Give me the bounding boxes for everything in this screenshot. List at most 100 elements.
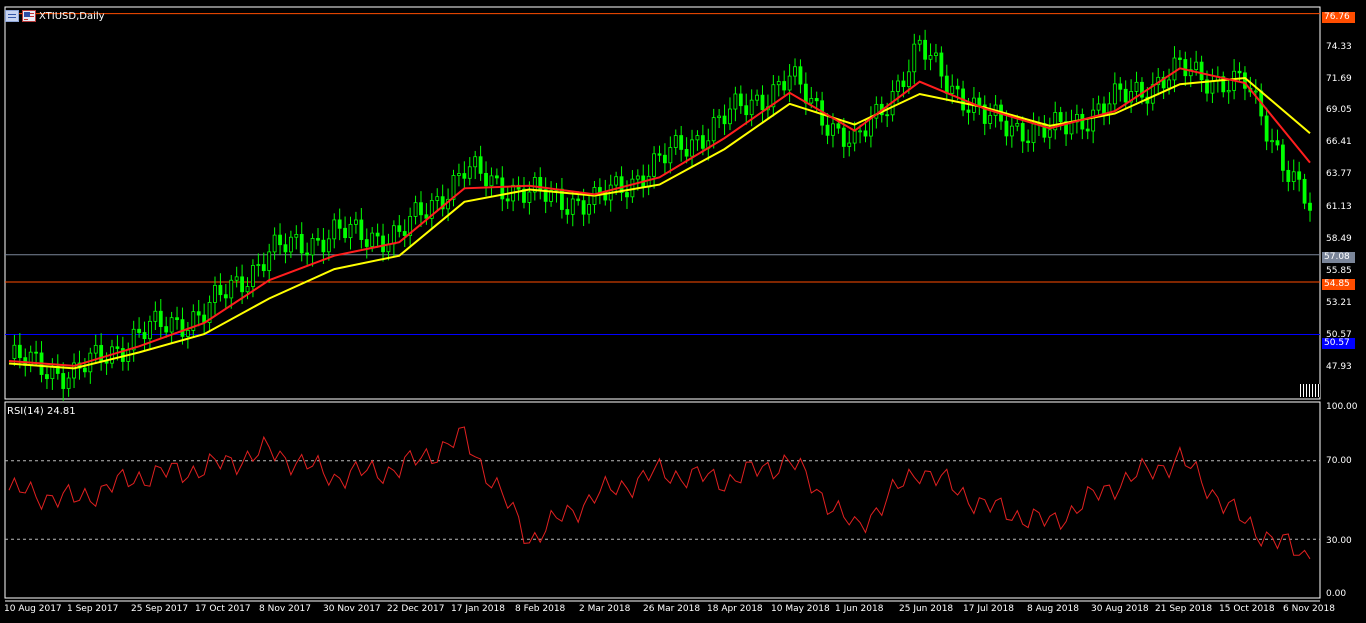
- candle-body: [17, 344, 22, 359]
- chart-window-icon: [5, 10, 19, 22]
- candle-body: [885, 114, 890, 117]
- candle-body: [614, 176, 619, 186]
- price-tick: 58.49: [1326, 234, 1352, 244]
- date-tick: 25 Jun 2018: [899, 604, 954, 614]
- candle-body: [457, 173, 461, 176]
- candle-body: [977, 97, 982, 106]
- chart-title-bar: XTIUSD,Daily: [5, 9, 105, 23]
- date-tick: 17 Oct 2017: [195, 604, 251, 614]
- candle-body: [213, 284, 217, 303]
- date-tick: 22 Dec 2017: [387, 604, 445, 614]
- candle-body: [1015, 123, 1020, 127]
- candle-body: [1178, 57, 1182, 60]
- candle-body: [728, 108, 732, 125]
- candle-body: [1118, 83, 1123, 90]
- date-tick: 8 Nov 2017: [259, 604, 311, 614]
- date-tick: 10 Aug 2017: [4, 604, 62, 614]
- date-tick: 8 Feb 2018: [515, 604, 566, 614]
- date-tick: 6 Nov 2018: [1283, 604, 1335, 614]
- rsi-tick: 100.00: [1326, 402, 1358, 412]
- candle-body: [153, 310, 158, 322]
- price-tick: 69.05: [1326, 105, 1352, 115]
- candle-body: [1031, 123, 1036, 144]
- candle-body: [776, 81, 781, 86]
- candle-body: [283, 244, 288, 253]
- candle-body: [1308, 202, 1312, 211]
- candle-body: [61, 373, 66, 389]
- date-tick: 30 Nov 2017: [323, 604, 381, 614]
- date-tick: 17 Jul 2018: [963, 604, 1014, 614]
- candle-body: [484, 173, 488, 187]
- candle-body: [700, 135, 705, 149]
- date-tick: 18 Apr 2018: [707, 604, 763, 614]
- candle-body: [901, 80, 906, 88]
- candle-body: [1302, 178, 1307, 204]
- candle-body: [223, 294, 228, 299]
- candle-body: [1199, 61, 1204, 81]
- price-tick: 55.85: [1326, 266, 1352, 276]
- candle-body: [272, 234, 277, 253]
- candle-body: [359, 219, 364, 240]
- candle-body: [1237, 70, 1242, 74]
- candle-body: [1091, 109, 1096, 132]
- date-tick: 15 Oct 2018: [1219, 604, 1275, 614]
- candle-body: [858, 130, 862, 133]
- candle-body: [841, 127, 846, 147]
- candle-body: [1080, 113, 1085, 130]
- candle-body: [570, 198, 575, 215]
- candle-body: [966, 109, 971, 113]
- candle-body: [1172, 57, 1177, 81]
- candle-body: [473, 156, 478, 168]
- date-tick: 30 Aug 2018: [1091, 604, 1149, 614]
- price-tick: 63.77: [1326, 169, 1352, 179]
- candle-body: [218, 284, 223, 296]
- candle-body: [863, 130, 868, 137]
- price-tick: 47.93: [1326, 362, 1352, 372]
- candle-body: [261, 264, 266, 272]
- candle-body: [738, 93, 743, 107]
- candle-body: [1280, 144, 1285, 171]
- candle-body: [196, 311, 201, 316]
- candle-body: [1020, 123, 1025, 142]
- candle-body: [1123, 88, 1128, 103]
- candle-body: [803, 83, 808, 104]
- candle-body: [299, 233, 304, 254]
- candle-body: [869, 117, 873, 137]
- candle-body: [142, 332, 147, 340]
- candle-body: [494, 175, 499, 179]
- price-tick: 71.69: [1326, 74, 1352, 84]
- candle-body: [66, 377, 71, 389]
- candle-body: [402, 231, 407, 236]
- candle-body: [679, 135, 684, 150]
- candle-body: [939, 52, 944, 77]
- candle-body: [581, 200, 586, 215]
- candle-body: [305, 252, 310, 256]
- candle-body: [1134, 81, 1139, 92]
- candle-body: [82, 367, 87, 373]
- candle-body: [419, 202, 423, 216]
- candle-body: [88, 352, 93, 373]
- candle-body: [180, 319, 185, 337]
- chart-shift-marker[interactable]: [1300, 384, 1320, 397]
- candle-body: [1047, 129, 1052, 138]
- candle-body: [1210, 80, 1215, 94]
- candle-body: [787, 75, 792, 91]
- candle-body: [1243, 72, 1247, 89]
- date-tick: 2 Mar 2018: [579, 604, 631, 614]
- date-tick: 25 Sep 2017: [131, 604, 189, 614]
- candle-body: [435, 196, 440, 201]
- candle-body: [1102, 103, 1106, 115]
- candle-body: [364, 239, 369, 247]
- candle-body: [749, 99, 754, 116]
- date-tick: 1 Jun 2018: [835, 604, 884, 614]
- price-tick: 74.33: [1326, 42, 1352, 52]
- candle-body: [1026, 140, 1031, 144]
- candle-body: [906, 71, 911, 88]
- candle-body: [733, 93, 738, 110]
- candle-body: [354, 219, 358, 225]
- candle-body: [467, 166, 472, 179]
- candle-body: [950, 85, 955, 94]
- candle-body: [115, 346, 120, 349]
- candle-body: [695, 135, 700, 141]
- candle-body: [375, 232, 380, 237]
